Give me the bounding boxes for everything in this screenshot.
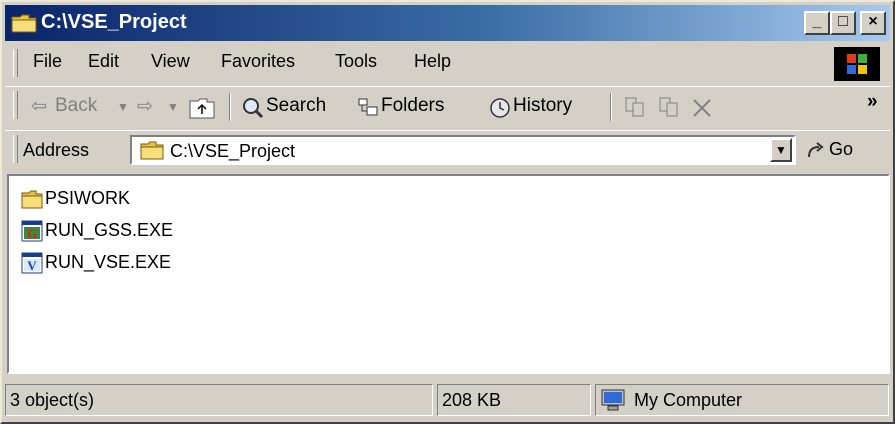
search-button[interactable]: Search [266, 95, 326, 117]
windows-logo-icon [834, 47, 880, 81]
copy-to-icon[interactable] [657, 95, 681, 119]
forward-dropdown-icon[interactable]: ▼ [167, 100, 179, 114]
delete-icon[interactable] [691, 97, 713, 119]
title-bar[interactable]: C:\VSE_Project _ □ × [5, 5, 890, 41]
address-input[interactable]: C:\VSE_Project ▼ [130, 135, 796, 165]
maximize-button[interactable]: □ [830, 11, 856, 35]
folders-icon [358, 98, 378, 116]
file-name: RUN_GSS.EXE [45, 220, 174, 240]
forward-button[interactable]: ⇨ [137, 95, 153, 118]
folders-button[interactable]: Folders [381, 95, 444, 117]
go-arrow-icon [808, 142, 824, 158]
up-folder-icon[interactable] [189, 97, 215, 119]
file-list-view[interactable]: PSIWORK G RUN_GSS.EXE V RUN_VSE.EXE [7, 174, 890, 374]
address-value: C:\VSE_Project [170, 141, 296, 161]
back-arrow-icon: ⇦ [31, 96, 47, 117]
status-zone: My Computer [595, 384, 889, 416]
toolbar-separator [229, 93, 231, 121]
address-label: Address [23, 140, 90, 160]
minimize-button[interactable]: _ [804, 11, 830, 35]
toolbar-separator [610, 93, 612, 121]
toolbar-overflow-button[interactable]: » [867, 91, 878, 113]
file-name: PSIWORK [45, 188, 131, 208]
toolbar-grip[interactable] [13, 91, 18, 119]
gss-exe-icon: G [21, 220, 43, 242]
go-button[interactable]: Go [829, 139, 853, 160]
file-name: RUN_VSE.EXE [45, 252, 172, 272]
history-button[interactable]: History [513, 95, 572, 117]
back-dropdown-icon[interactable]: ▼ [117, 100, 129, 114]
menu-tools[interactable]: Tools [335, 51, 377, 72]
menu-view[interactable]: View [151, 51, 190, 72]
menu-grip[interactable] [13, 49, 18, 77]
computer-icon [601, 389, 625, 411]
status-size: 208 KB [437, 384, 591, 416]
menu-file[interactable]: File [33, 51, 62, 72]
menu-help[interactable]: Help [414, 51, 451, 72]
folder-icon [11, 14, 37, 33]
address-grip[interactable] [13, 135, 18, 163]
svg-text:G: G [27, 226, 37, 241]
folder-icon [140, 141, 164, 160]
standard-toolbar: ⇦ Back ▼ ⇨ ▼ Search Folders History » [5, 86, 890, 127]
menu-favorites[interactable]: Favorites [221, 51, 295, 72]
folder-icon [21, 190, 43, 209]
menu-edit[interactable]: Edit [88, 51, 119, 72]
svg-text:V: V [27, 258, 37, 273]
move-to-icon[interactable] [623, 95, 647, 119]
window-title: C:\VSE_Project [41, 11, 187, 33]
vse-exe-icon: V [21, 252, 43, 274]
menu-bar: File Edit View Favorites Tools Help [5, 45, 890, 81]
status-object-count: 3 object(s) [5, 384, 433, 416]
close-button[interactable]: × [860, 11, 886, 35]
explorer-window: C:\VSE_Project _ □ × File Edit View Favo… [0, 0, 895, 424]
status-zone-label: My Computer [634, 390, 743, 410]
status-bar: 3 object(s) 208 KB My Computer [5, 380, 890, 420]
search-icon [243, 98, 264, 119]
history-icon [490, 98, 510, 118]
address-bar: Address C:\VSE_Project ▼ Go [5, 130, 890, 171]
address-dropdown-button[interactable]: ▼ [770, 138, 792, 162]
back-button[interactable]: Back [55, 95, 97, 117]
